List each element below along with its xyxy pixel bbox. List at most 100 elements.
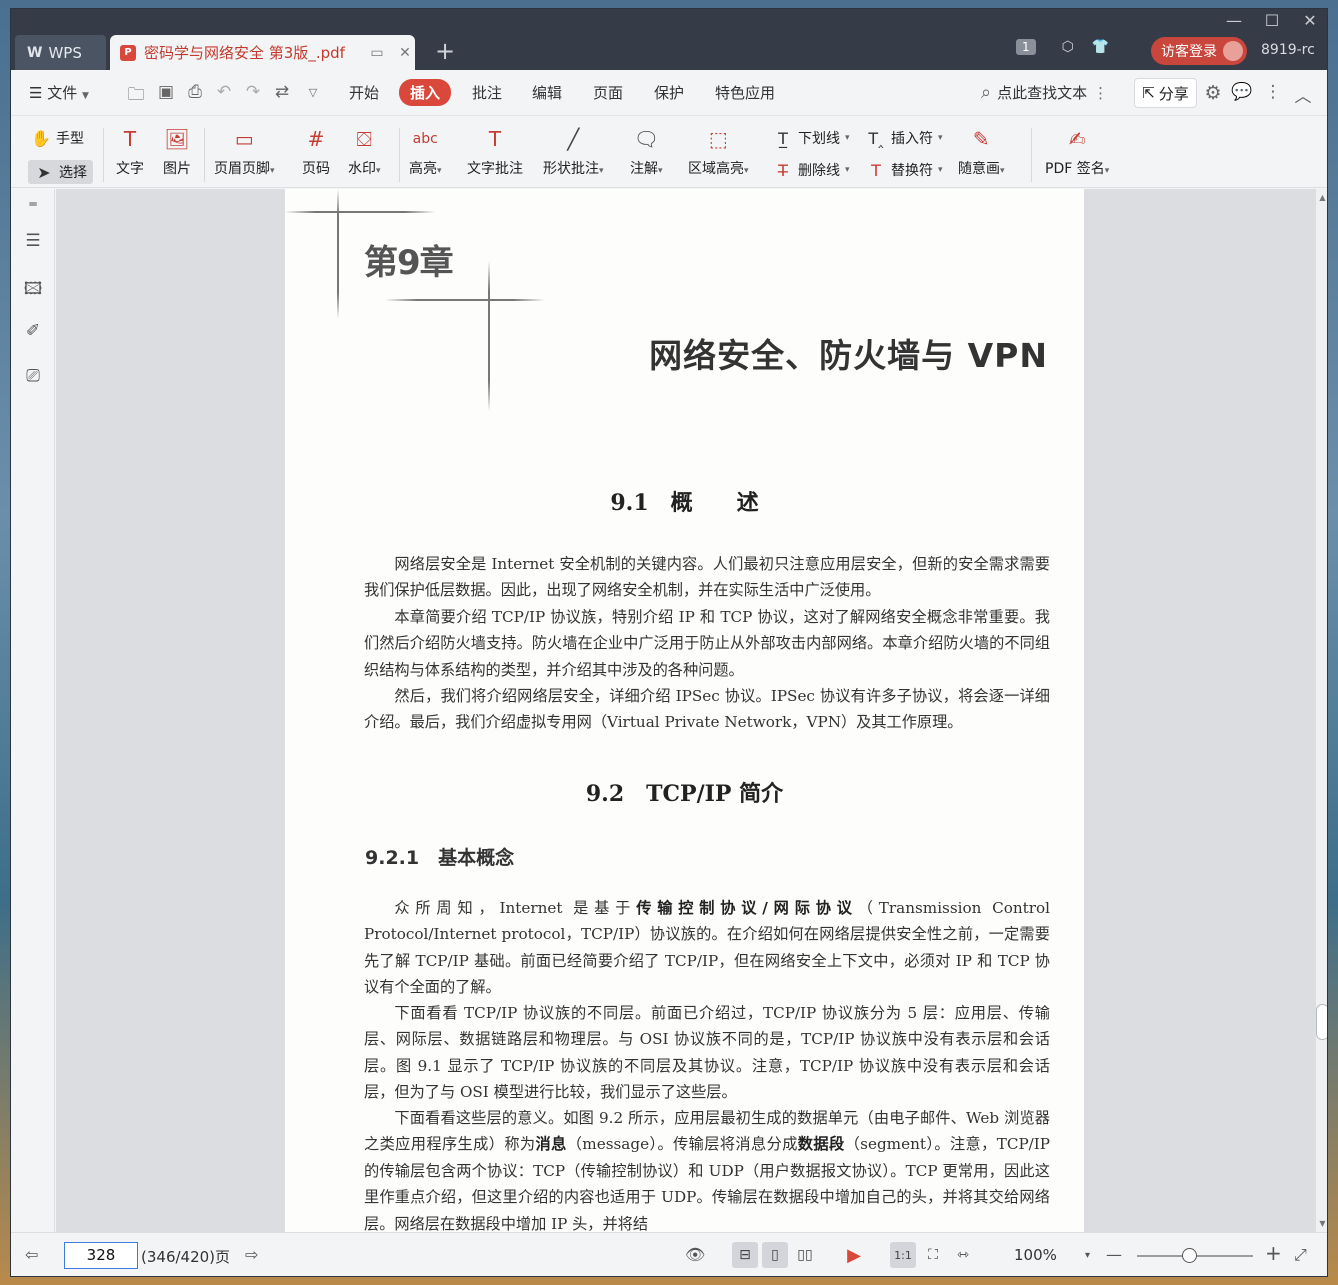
insert-image-button[interactable]: 🖼 图片 bbox=[162, 124, 192, 178]
image-icon: 🖼 bbox=[164, 127, 190, 151]
new-tab-button[interactable]: + bbox=[435, 37, 455, 65]
page-number-button[interactable]: # 页码 bbox=[301, 124, 331, 178]
document-view[interactable]: 第9章 网络安全、防火墙与 VPN 9.1 概 述 网络层安全是 Interne… bbox=[56, 189, 1316, 1232]
replace-mark-label: 替换符 bbox=[891, 163, 933, 179]
tab-special-apps[interactable]: 特色应用 bbox=[715, 82, 775, 103]
search-box[interactable]: ⌕ 点此查找文本 ⋮ bbox=[981, 82, 1108, 103]
panel-grip-icon[interactable]: ═ bbox=[22, 197, 44, 219]
file-menu[interactable]: ☰ 文件 ▼ bbox=[29, 82, 89, 103]
header-footer-button[interactable]: ▭ 页眉页脚▾ bbox=[214, 124, 275, 178]
more-vertical-icon[interactable]: ⋮ bbox=[1093, 84, 1108, 102]
play-icon[interactable]: ▶ bbox=[841, 1242, 867, 1268]
maximize-button[interactable]: ☐ bbox=[1257, 11, 1287, 30]
watermark-icon: ⛋ bbox=[356, 127, 372, 151]
watermark-button[interactable]: ⛋ 水印▾ bbox=[348, 124, 381, 178]
minimize-button[interactable]: — bbox=[1219, 11, 1249, 30]
insert-text-button[interactable]: T 文字 bbox=[115, 124, 145, 178]
document-tab-label: 密码学与网络安全 第3版_.pdf bbox=[144, 44, 345, 62]
previous-page-icon[interactable]: ⇦ bbox=[25, 1245, 38, 1264]
two-page-icon[interactable]: ▯▯ bbox=[792, 1242, 818, 1268]
save-icon[interactable]: ▣ bbox=[155, 82, 177, 102]
scroll-up-icon[interactable]: ▲ bbox=[1316, 193, 1327, 202]
freehand-button[interactable]: ✎ 随意画▾ bbox=[958, 124, 1005, 178]
replace-mark-button[interactable]: T 替换符 ▾ bbox=[866, 160, 942, 180]
skin-icon[interactable]: ⬡ bbox=[1062, 39, 1074, 55]
zoom-dropdown-icon[interactable]: ▾ bbox=[1085, 1250, 1090, 1261]
chevron-down-icon: ▼ bbox=[82, 91, 89, 101]
menu-bar: ☰ 文件 ▼ 🗀 ▣ ⎙ ↶ ↷ ⇄ ▽ 开始 插入 批注 编辑 页面 保护 特… bbox=[11, 70, 1327, 116]
redo-icon[interactable]: ↷ bbox=[242, 82, 264, 102]
print-icon[interactable]: ⎙ bbox=[184, 82, 206, 102]
fit-width-icon[interactable]: ⇿ bbox=[950, 1242, 976, 1268]
eye-protection-icon[interactable]: 👁 bbox=[685, 1245, 705, 1264]
actual-size-icon[interactable]: 1:1 bbox=[890, 1242, 916, 1268]
insert-mark-label: 插入符 bbox=[891, 131, 933, 147]
replace-mark-icon: T bbox=[871, 160, 881, 180]
tab-start[interactable]: 开始 bbox=[349, 82, 379, 103]
wps-home-tab[interactable]: W WPS bbox=[15, 35, 106, 70]
thumbnail-image-icon[interactable]: 🖾 bbox=[22, 276, 44, 299]
next-page-icon[interactable]: ⇨ bbox=[245, 1245, 258, 1264]
scroll-thumb[interactable] bbox=[1316, 1004, 1327, 1040]
scroll-down-icon[interactable]: ▼ bbox=[1316, 1219, 1327, 1228]
share-label: 分享 bbox=[1158, 84, 1189, 103]
tab-comment[interactable]: 批注 bbox=[472, 82, 502, 103]
zoom-out-icon[interactable]: — bbox=[1106, 1245, 1122, 1264]
tab-insert[interactable]: 插入 bbox=[399, 79, 452, 106]
area-highlight-button[interactable]: ⬚ 区域高亮▾ bbox=[688, 124, 749, 178]
more-icon[interactable]: ⋮ bbox=[1262, 82, 1284, 102]
window-count-badge[interactable]: 1 bbox=[1016, 39, 1036, 55]
undo-icon[interactable]: ↶ bbox=[213, 82, 235, 102]
zoom-in-icon[interactable]: + bbox=[1265, 1241, 1282, 1265]
settings-gear-icon[interactable]: ⚙ bbox=[1202, 82, 1224, 104]
highlight-button[interactable]: abc 高亮▾ bbox=[409, 124, 442, 178]
single-page-icon[interactable]: ▯ bbox=[762, 1242, 788, 1268]
title-tools: 1 ⬡ 👕 bbox=[1016, 39, 1109, 55]
shirt-icon[interactable]: 👕 bbox=[1092, 39, 1109, 55]
page-count: (346/420)页 bbox=[141, 1248, 231, 1266]
strikethrough-button[interactable]: T̶ 删除线 ▾ bbox=[773, 160, 849, 180]
fit-page-icon[interactable]: ⛶ bbox=[920, 1242, 946, 1268]
annotation-button[interactable]: 🗨 注解▾ bbox=[630, 124, 663, 178]
collapse-ribbon-icon[interactable]: ︿ bbox=[1292, 82, 1314, 107]
wps-tab-label: WPS bbox=[48, 43, 82, 62]
underline-icon: T̲ bbox=[778, 128, 788, 148]
pdf-sign-button[interactable]: ✍ PDF 签名▾ bbox=[1045, 124, 1109, 178]
shape-comment-button[interactable]: ╱ 形状批注▾ bbox=[543, 124, 604, 178]
more-quick-icon[interactable]: ▽ bbox=[302, 86, 324, 99]
avatar bbox=[1223, 41, 1243, 61]
zoom-slider[interactable] bbox=[1137, 1248, 1253, 1263]
fullscreen-icon[interactable]: ⤢ bbox=[1294, 1245, 1307, 1265]
zoom-level[interactable]: 100% bbox=[1014, 1246, 1057, 1264]
zoom-slider-knob[interactable] bbox=[1182, 1248, 1198, 1263]
outline-list-icon[interactable]: ☰ bbox=[22, 231, 44, 253]
header-footer-icon: ▭ bbox=[234, 127, 254, 151]
signature-panel-icon[interactable]: ⎚ bbox=[22, 366, 44, 388]
search-label: 点此查找文本 bbox=[997, 84, 1088, 102]
hand-tool[interactable]: ✋ 手型 bbox=[31, 128, 84, 148]
vertical-scrollbar[interactable]: ▲ ▼ bbox=[1316, 189, 1327, 1232]
tab-protect[interactable]: 保护 bbox=[654, 82, 684, 103]
tab-page[interactable]: 页面 bbox=[593, 82, 623, 103]
page-number-label: 页码 bbox=[302, 161, 330, 177]
open-folder-icon[interactable]: 🗀 bbox=[125, 82, 147, 111]
area-highlight-label: 区域高亮 bbox=[688, 161, 744, 177]
section-9-1-title: 9.1 概 述 bbox=[610, 490, 759, 516]
document-tab[interactable]: P 密码学与网络安全 第3版_.pdf ▭ ✕ bbox=[110, 35, 415, 70]
tab-edit[interactable]: 编辑 bbox=[532, 82, 562, 103]
share-button[interactable]: ⇱ 分享 bbox=[1134, 78, 1197, 108]
underline-button[interactable]: T̲ 下划线 ▾ bbox=[773, 128, 849, 148]
close-window-button[interactable]: ✕ bbox=[1295, 11, 1325, 30]
continuous-view-icon[interactable]: ⊟ bbox=[732, 1242, 758, 1268]
monitor-icon[interactable]: ▭ bbox=[367, 45, 387, 61]
message-icon[interactable]: 💬 bbox=[1231, 82, 1253, 102]
convert-icon[interactable]: ⇄ bbox=[271, 82, 293, 102]
annotation-pen-icon[interactable]: ✐ bbox=[22, 321, 44, 343]
select-tool[interactable]: ➤ 选择 bbox=[28, 160, 93, 184]
insert-mark-button[interactable]: T‸ 插入符 ▾ bbox=[866, 128, 942, 148]
close-tab-icon[interactable]: ✕ bbox=[395, 45, 415, 61]
text-comment-button[interactable]: T 文字批注 bbox=[467, 124, 523, 178]
login-button[interactable]: 访客登录 bbox=[1151, 37, 1247, 65]
line-shape-icon: ╱ bbox=[567, 127, 580, 151]
page-number-input[interactable]: 328 bbox=[64, 1242, 138, 1269]
